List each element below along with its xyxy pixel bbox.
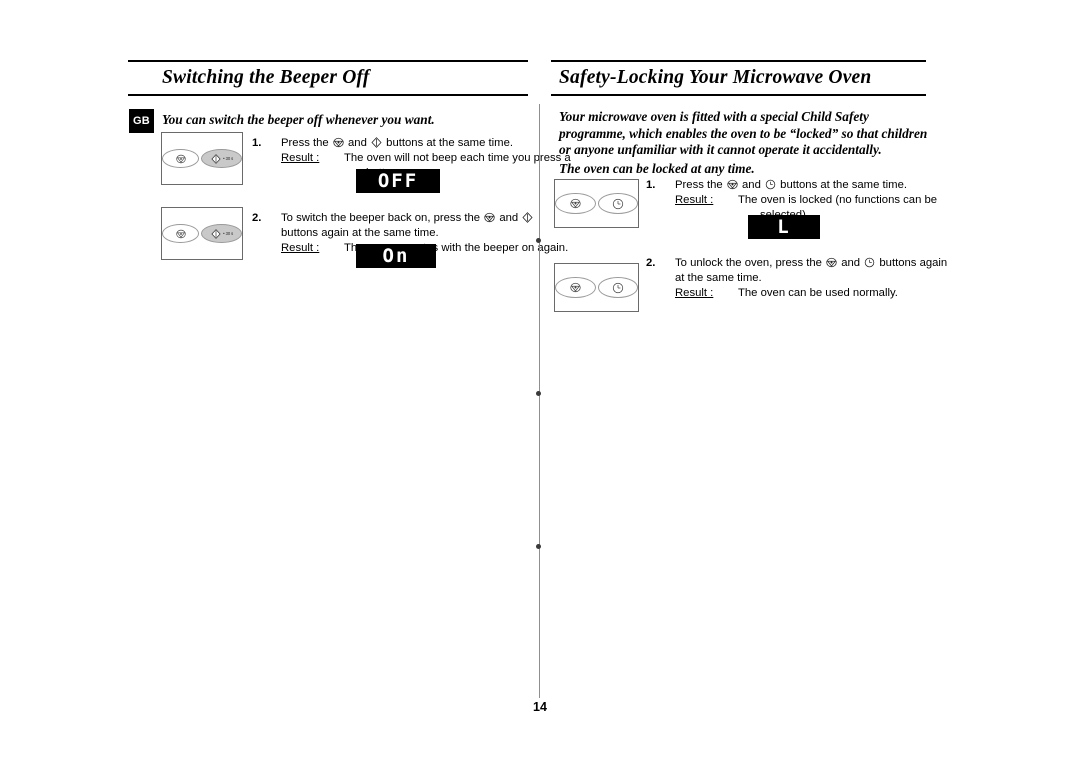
right-step-2-panel-image: [554, 263, 639, 312]
microwave-power-icon: [570, 198, 581, 209]
clock-icon: [612, 282, 624, 294]
left-step-2-panel-image: • 30 s: [161, 207, 243, 260]
divider-dot: [536, 238, 541, 243]
power-level-icon: [522, 212, 533, 223]
right-section-heading: Safety-Locking Your Microwave Oven: [559, 67, 872, 88]
panel-button-microwave-power: [162, 224, 200, 243]
panel-button-power-level: • 30 s: [201, 224, 242, 243]
clock-icon: [864, 257, 875, 268]
power-level-icon: [211, 153, 221, 164]
right-step-1-text-a: Press the: [675, 179, 723, 191]
panel-button-clock: [597, 277, 638, 298]
left-step-1-result-label: Result :: [281, 152, 320, 164]
locale-badge-gb: GB: [129, 109, 154, 133]
left-step-1-panel-image: • 30 s: [161, 132, 243, 185]
manual-page: Switching the Beeper Off You can switch …: [0, 0, 1080, 763]
right-step-2-text-b: and: [841, 257, 861, 269]
panel-button-microwave-power: [555, 193, 596, 214]
left-step-1-result-text: The oven will not beep each time you pre…: [344, 152, 571, 164]
microwave-power-icon: [484, 212, 495, 223]
right-step-1-instruction: Press the and buttons at the same time.: [675, 178, 975, 193]
right-step-2-panel-buttons: [555, 264, 638, 311]
left-step-2-display: On: [356, 244, 436, 268]
panel-button-clock: [597, 193, 638, 214]
divider-dot: [536, 544, 541, 549]
right-step-1-result: Result : The oven is locked (no functions…: [675, 193, 975, 223]
left-step-2-number: 2.: [252, 212, 262, 224]
clock-icon: [765, 179, 776, 190]
left-step-2-panel-buttons: • 30 s: [162, 208, 242, 259]
right-step-2-text-a: To unlock the oven, press the: [675, 257, 822, 269]
right-step-2-text-c: buttons again: [879, 257, 948, 269]
left-section-intro: You can switch the beeper off whenever y…: [162, 112, 435, 127]
right-step-1-panel-image: [554, 179, 639, 228]
left-step-1-panel-buttons: • 30 s: [162, 133, 242, 184]
left-section-heading-rule: Switching the Beeper Off: [128, 60, 528, 97]
right-step-2-result: Result : The oven can be used normally.: [675, 286, 975, 301]
left-step-2-text-b: and: [499, 212, 519, 224]
right-step-1-display-value: L: [777, 215, 791, 238]
right-step-2-instruction-line2: at the same time.: [675, 272, 762, 284]
left-step-1-text-b: and: [348, 137, 367, 149]
right-section-heading-rule: Safety-Locking Your Microwave Oven: [551, 60, 926, 97]
left-step-1-number: 1.: [252, 137, 262, 149]
left-step-2-instruction-line2: buttons again at the same time.: [281, 227, 439, 239]
power-level-icon: [371, 137, 382, 148]
power-level-icon: [211, 228, 221, 239]
right-step-2-instruction: To unlock the oven, press the and button…: [675, 256, 975, 271]
column-divider: [539, 104, 541, 698]
page-number: 14: [533, 700, 547, 714]
right-step-2-number: 2.: [646, 257, 656, 269]
divider-dot: [536, 391, 541, 396]
right-step-1-body: Press the and buttons at the same time. …: [675, 178, 975, 223]
microwave-power-icon: [826, 257, 837, 268]
microwave-power-icon: [570, 282, 581, 293]
left-step-1-display: OFF: [356, 169, 440, 193]
panel-button-microwave-power: [555, 277, 596, 298]
right-step-1-result-label: Result :: [675, 194, 714, 206]
right-step-2-result-label: Result :: [675, 287, 714, 299]
right-step-1-result-text-cont: selected).: [675, 208, 975, 223]
panel-button-power-level-label: • 30 s: [223, 231, 234, 236]
left-column: Switching the Beeper Off You can switch …: [128, 60, 571, 268]
panel-button-power-level: • 30 s: [201, 149, 242, 168]
panel-button-power-level-label: • 30 s: [223, 156, 234, 161]
right-step-1-display: L: [748, 215, 820, 239]
left-step-1-display-value: OFF: [377, 169, 419, 192]
left-step-1-text-c: buttons at the same time.: [386, 137, 513, 149]
left-section-heading: Switching the Beeper Off: [162, 67, 370, 88]
right-section-intro-1: Your microwave oven is fitted with a spe…: [559, 109, 928, 157]
right-step-1-result-text: The oven is locked (no functions can be: [738, 194, 938, 206]
microwave-power-icon: [727, 179, 738, 190]
left-step-2-result-label: Result :: [281, 242, 320, 254]
microwave-power-icon: [175, 154, 186, 164]
clock-icon: [612, 198, 624, 210]
left-step-2-display-value: On: [382, 244, 410, 267]
left-step-2-text-a: To switch the beeper back on, press the: [281, 212, 481, 224]
microwave-power-icon: [175, 229, 186, 239]
right-step-2-body: To unlock the oven, press the and button…: [675, 256, 975, 301]
right-step-1-number: 1.: [646, 179, 656, 191]
right-step-1-text-b: and: [742, 179, 761, 191]
right-step-1-panel-buttons: [555, 180, 638, 227]
right-step-2-result-text: The oven can be used normally.: [738, 287, 898, 299]
left-step-1-text-a: Press the: [281, 137, 329, 149]
panel-button-microwave-power: [162, 149, 200, 168]
right-section-intro-2: The oven can be locked at any time.: [559, 161, 755, 176]
left-step-2-result: Result : The oven operates with the beepe…: [281, 241, 611, 256]
right-column: Safety-Locking Your Microwave Oven Your …: [551, 60, 947, 312]
right-step-1-text-c: buttons at the same time.: [780, 179, 907, 191]
microwave-power-icon: [333, 137, 344, 148]
